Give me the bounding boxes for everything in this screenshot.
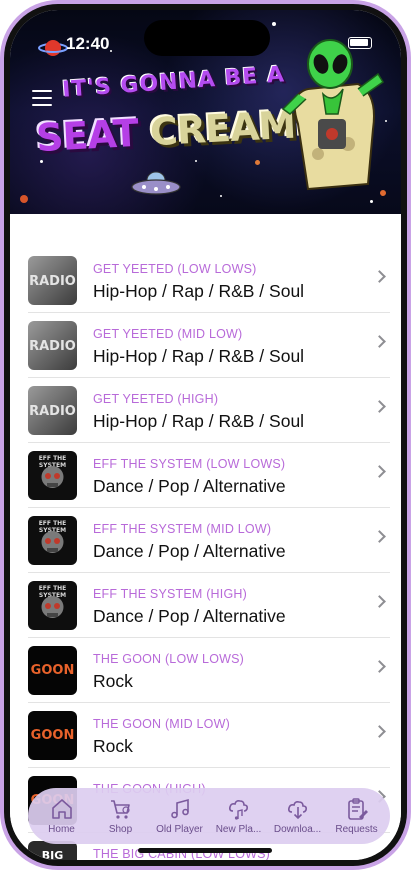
- station-row[interactable]: GOON THE GOON (LOW LOWS) Rock: [28, 638, 390, 703]
- station-subtitle: EFF THE SYSTEM (HIGH): [93, 587, 247, 601]
- chevron-right-icon: [373, 465, 386, 478]
- station-thumbnail: RADIO: [28, 386, 77, 435]
- tab-old-player[interactable]: Old Player: [152, 797, 208, 835]
- star: [40, 160, 43, 163]
- cloud-download-icon: [287, 801, 307, 820]
- bottom-tab-bar: Home Shop Old Player New Pla... Downloa... Re…: [28, 788, 390, 844]
- station-subtitle: THE GOON (LOW LOWS): [93, 652, 245, 666]
- home-icon: [51, 799, 72, 819]
- station-thumbnail: GOON: [28, 646, 77, 695]
- dynamic-island: [144, 20, 270, 56]
- station-subtitle: GET YEETED (HIGH): [93, 392, 219, 406]
- chevron-right-icon: [373, 725, 386, 738]
- battery-icon: [348, 37, 372, 49]
- cart-icon: [110, 800, 130, 819]
- skull-icon: [41, 596, 64, 618]
- station-row[interactable]: RADIO GET YEETED (LOW LOWS) Hip-Hop / Rap …: [28, 248, 390, 313]
- station-genre: Dance / Pop / Alternative: [93, 606, 286, 626]
- station-subtitle: EFF THE SYSTEM (LOW LOWS): [93, 457, 286, 471]
- tab-label: Old Player: [156, 824, 203, 835]
- banner-title-word1: SEAT: [35, 110, 139, 161]
- station-thumbnail: EFF THE SYSTEM: [28, 581, 77, 630]
- tab-label: New Pla...: [215, 824, 262, 835]
- station-thumbnail-label: RADIO: [29, 274, 76, 289]
- device-frame: IT'S GONNA BE A SEAT CREAMER 12:40 RADIO…: [0, 0, 411, 870]
- app-screen: IT'S GONNA BE A SEAT CREAMER 12:40 RADIO…: [10, 10, 401, 860]
- station-thumbnail-label: GOON: [30, 728, 75, 743]
- station-subtitle: GET YEETED (MID LOW): [93, 327, 243, 341]
- station-thumbnail-label: GOON: [30, 663, 75, 678]
- station-thumbnail: RADIO: [28, 256, 77, 305]
- chevron-right-icon: [373, 595, 386, 608]
- station-subtitle: GET YEETED (LOW LOWS): [93, 262, 257, 276]
- planet-decoration: [255, 160, 260, 165]
- star: [370, 200, 373, 203]
- star: [220, 195, 222, 197]
- station-thumbnail: EFF THE SYSTEM: [28, 451, 77, 500]
- tab-label: Downloa...: [273, 824, 322, 835]
- chevron-right-icon: [373, 530, 386, 543]
- ufo-icon: [131, 171, 181, 195]
- station-list: RADIO GET YEETED (LOW LOWS) Hip-Hop / Rap …: [10, 214, 401, 860]
- station-row[interactable]: RADIO GET YEETED (HIGH) Hip-Hop / Rap / R&…: [28, 378, 390, 443]
- station-row[interactable]: RADIO GET YEETED (MID LOW) Hip-Hop / Rap /…: [28, 313, 390, 378]
- status-bar: 12:40: [10, 10, 401, 60]
- station-genre: Dance / Pop / Alternative: [93, 541, 286, 561]
- station-genre: Hip-Hop / Rap / R&B / Soul: [93, 281, 305, 301]
- cloud-music-icon: [228, 800, 248, 820]
- chevron-right-icon: [373, 400, 386, 413]
- station-genre: Rock: [93, 736, 133, 756]
- device-bezel: IT'S GONNA BE A SEAT CREAMER 12:40 RADIO…: [4, 4, 407, 866]
- chevron-right-icon: [373, 270, 386, 283]
- chevron-right-icon: [373, 335, 386, 348]
- station-thumbnail-label: RADIO: [29, 404, 76, 419]
- station-thumbnail-label: BIG CABIN: [41, 849, 64, 860]
- station-thumbnail: EFF THE SYSTEM: [28, 516, 77, 565]
- tab-shop[interactable]: Shop: [93, 797, 149, 835]
- station-row[interactable]: EFF THE SYSTEM EFF THE SYSTEM (MID LOW) Da…: [28, 508, 390, 573]
- tab-label: Home: [48, 824, 75, 835]
- banner-tagline: IT'S GONNA BE A: [61, 62, 286, 103]
- station-genre: Dance / Pop / Alternative: [93, 476, 286, 496]
- planet-decoration: [20, 195, 28, 203]
- station-thumbnail-label: RADIO: [29, 339, 76, 354]
- station-genre: Rock: [93, 671, 133, 691]
- station-genre: Hip-Hop / Rap / R&B / Soul: [93, 411, 305, 431]
- chevron-right-icon: [373, 855, 386, 860]
- clipboard-edit-icon: [347, 798, 368, 820]
- station-thumbnail: RADIO: [28, 321, 77, 370]
- chevron-right-icon: [373, 660, 386, 673]
- station-subtitle: EFF THE SYSTEM (MID LOW): [93, 522, 272, 536]
- star: [195, 160, 197, 162]
- skull-icon: [41, 531, 64, 553]
- tab-downloa[interactable]: Downloa...: [270, 797, 326, 835]
- station-row[interactable]: GOON THE GOON (MID LOW) Rock: [28, 703, 390, 768]
- tab-new-pla[interactable]: New Pla...: [211, 797, 267, 835]
- tab-label: Requests: [335, 824, 378, 835]
- station-row[interactable]: EFF THE SYSTEM EFF THE SYSTEM (LOW LOWS) D…: [28, 443, 390, 508]
- station-genre: Hip-Hop / Rap / R&B / Soul: [93, 346, 305, 366]
- skull-icon: [41, 466, 64, 488]
- music-notes-icon: [170, 798, 189, 819]
- station-row[interactable]: EFF THE SYSTEM EFF THE SYSTEM (HIGH) Dance…: [28, 573, 390, 638]
- home-indicator: [138, 848, 272, 853]
- station-thumbnail: GOON: [28, 711, 77, 760]
- tab-home[interactable]: Home: [34, 797, 90, 835]
- station-subtitle: THE GOON (MID LOW): [93, 717, 230, 731]
- hamburger-menu-icon[interactable]: [32, 90, 52, 106]
- status-time: 12:40: [66, 34, 110, 53]
- tab-label: Shop: [108, 824, 133, 835]
- tab-requests[interactable]: Requests: [329, 797, 385, 835]
